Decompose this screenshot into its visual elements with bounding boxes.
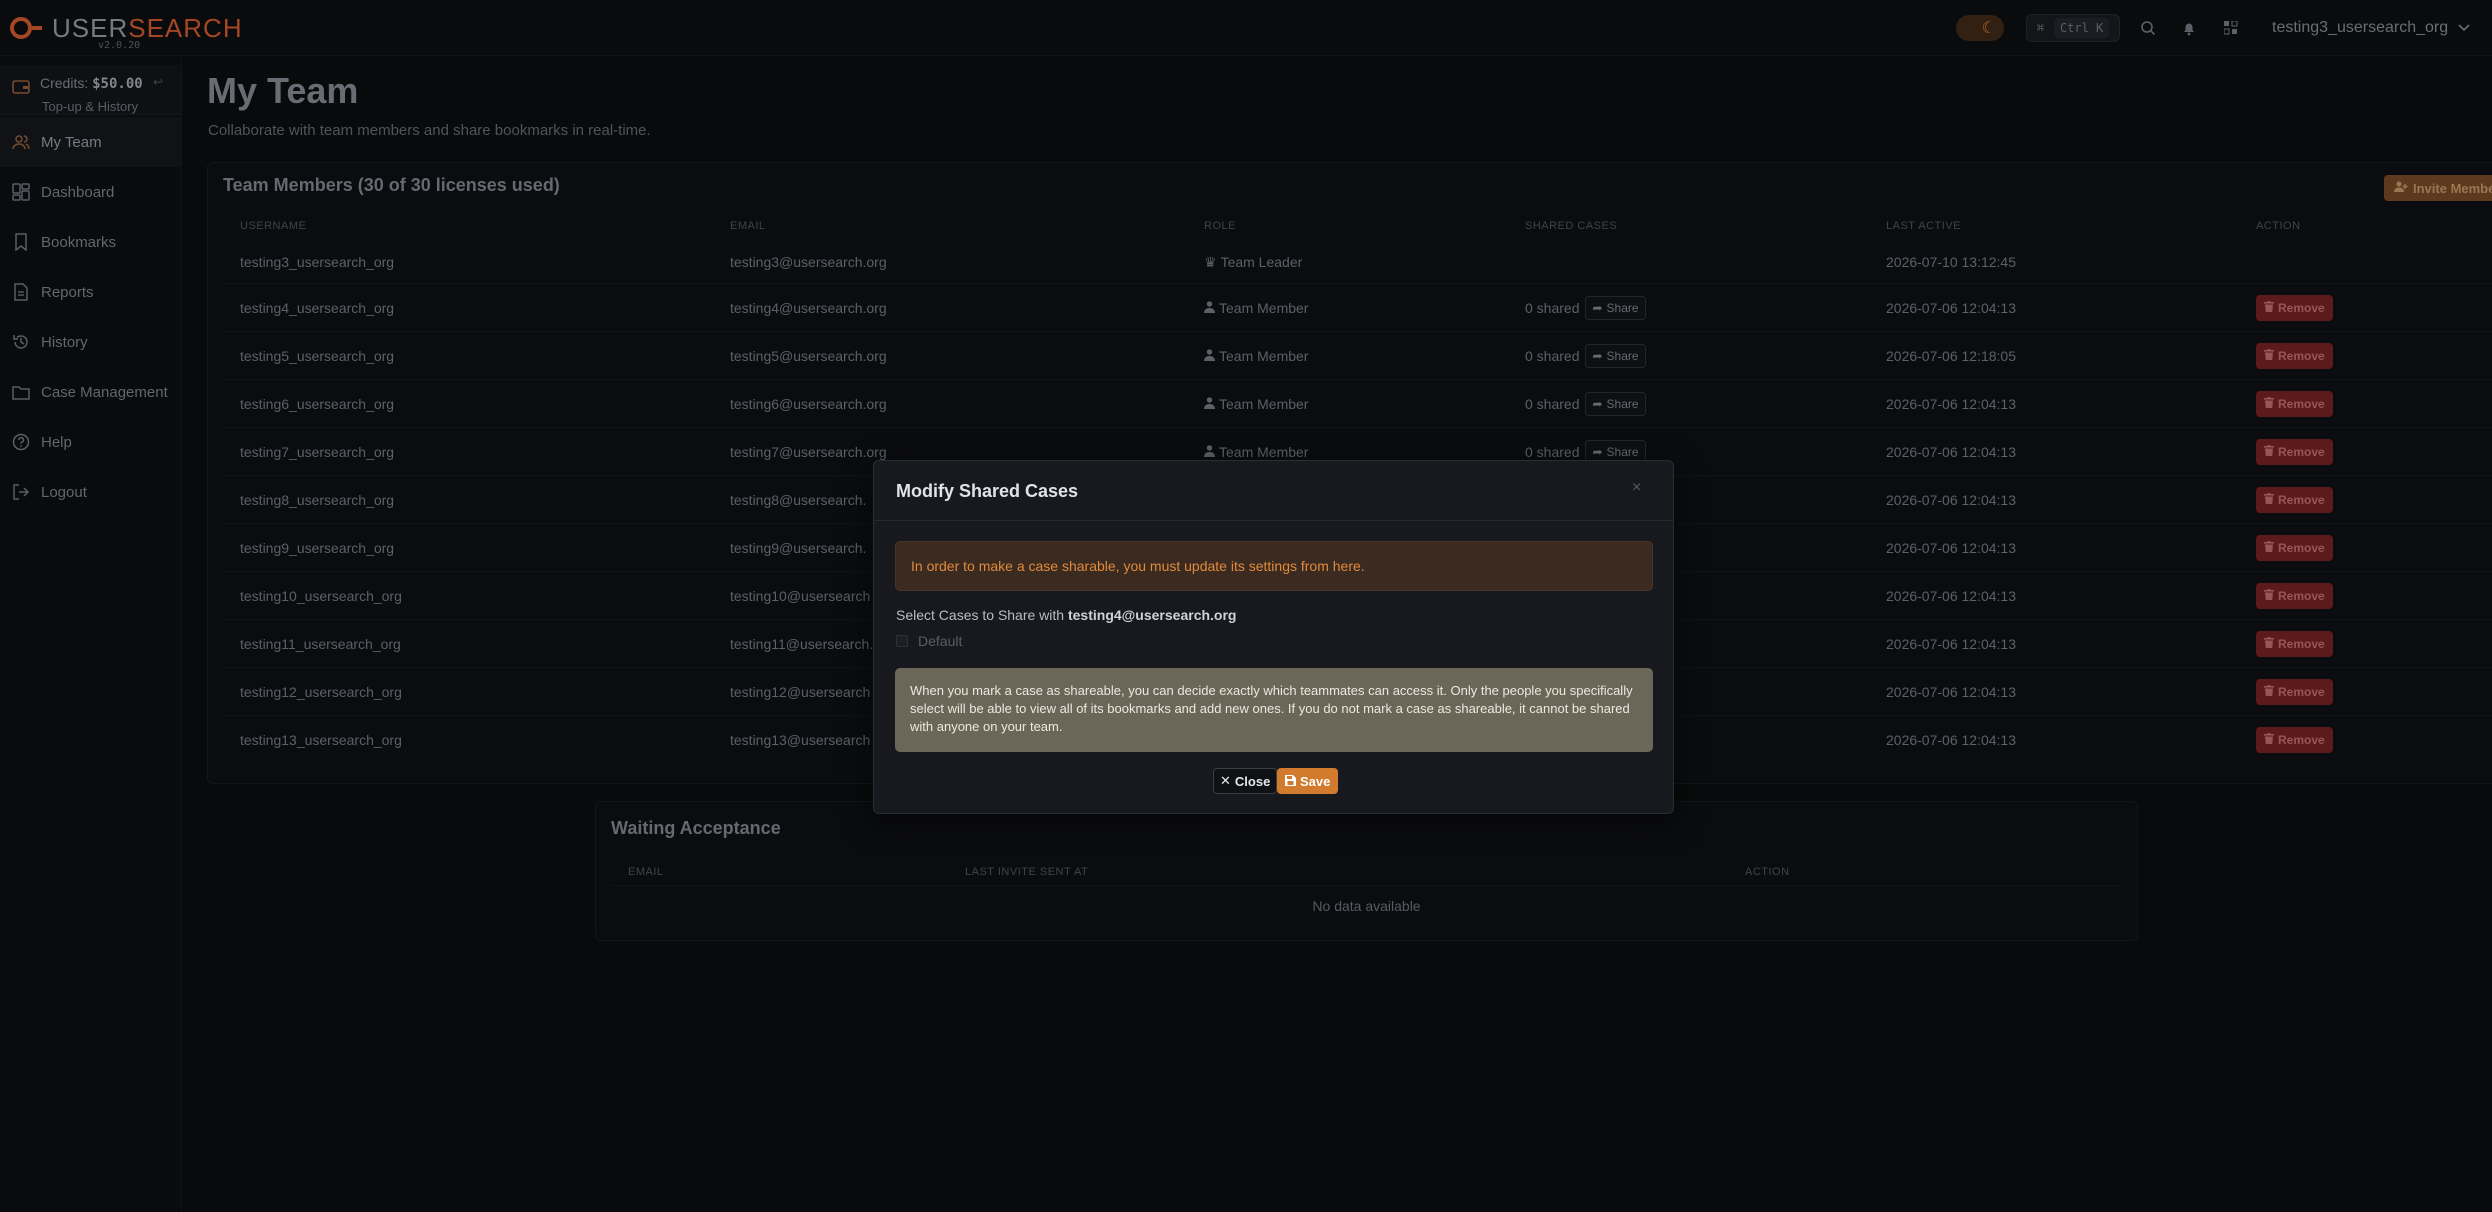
select-cases-prefix: Select Cases to Share with [896, 607, 1068, 623]
close-button-label: Close [1234, 773, 1271, 789]
case-checkbox-label: Default [918, 633, 963, 649]
select-cases-email: testing4@usersearch.org [1067, 607, 1237, 623]
save-icon [1285, 774, 1296, 789]
shareable-warning-alert[interactable]: In order to make a case sharable, you mu… [895, 541, 1653, 591]
close-icon[interactable]: × [1632, 479, 1641, 497]
save-button-label: Save [1300, 773, 1331, 789]
x-icon: ✕ [1220, 773, 1231, 788]
modal-header: Modify Shared Cases × [874, 461, 1673, 521]
modify-shared-cases-modal: Modify Shared Cases × In order to make a… [873, 460, 1674, 814]
select-cases-label: Select Cases to Share with testing4@user… [896, 607, 1236, 623]
checkbox[interactable] [896, 635, 908, 647]
case-checkbox-default[interactable]: Default [896, 633, 962, 649]
shareable-info-alert: When you mark a case as shareable, you c… [895, 668, 1653, 752]
save-button[interactable]: Save [1277, 768, 1339, 794]
close-button[interactable]: ✕ Close [1213, 768, 1278, 794]
modal-title: Modify Shared Cases [896, 481, 1079, 501]
